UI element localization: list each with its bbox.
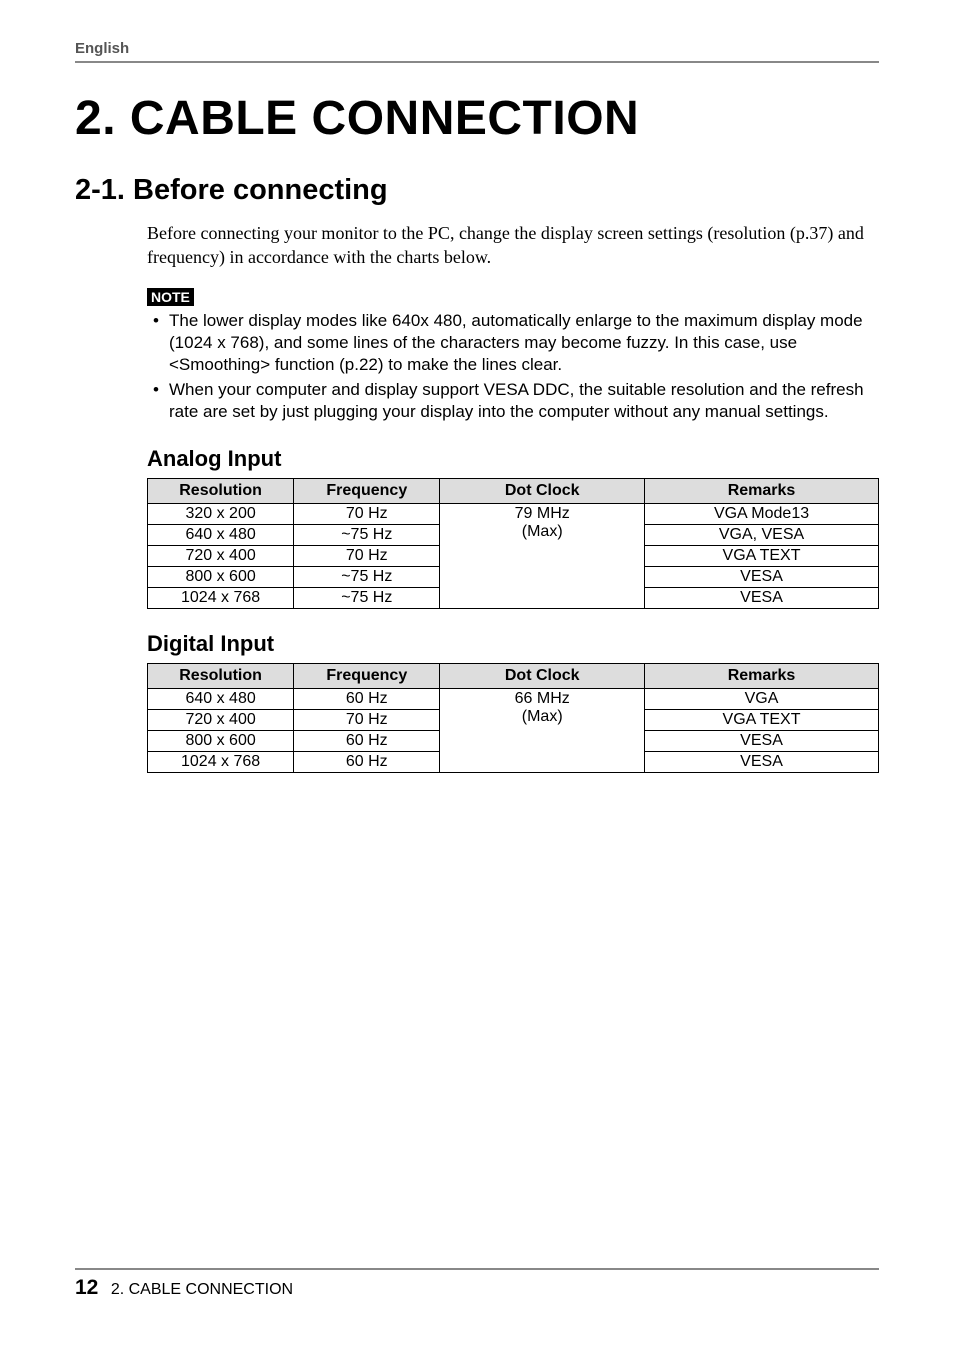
note-item: The lower display modes like 640x 480, a…	[147, 310, 879, 377]
cell-frequency: ~75 Hz	[294, 566, 440, 587]
cell-frequency: 70 Hz	[294, 709, 440, 730]
cell-frequency: 70 Hz	[294, 503, 440, 524]
col-header-resolution: Resolution	[148, 478, 294, 503]
cell-frequency: 60 Hz	[294, 751, 440, 772]
note-item: When your computer and display support V…	[147, 379, 879, 424]
header-rule	[75, 61, 879, 63]
cell-remarks: VESA	[645, 587, 879, 608]
cell-frequency: 60 Hz	[294, 730, 440, 751]
table-row: 640 x 480 60 Hz 66 MHz (Max) VGA	[148, 688, 879, 709]
cell-resolution: 720 x 400	[148, 545, 294, 566]
table-row: 320 x 200 70 Hz 79 MHz (Max) VGA Mode13	[148, 503, 879, 524]
cell-frequency: 70 Hz	[294, 545, 440, 566]
cell-remarks: VESA	[645, 730, 879, 751]
col-header-dot-clock: Dot Clock	[440, 478, 645, 503]
intro-paragraph: Before connecting your monitor to the PC…	[147, 221, 879, 270]
cell-remarks: VESA	[645, 566, 879, 587]
col-header-remarks: Remarks	[645, 478, 879, 503]
page-footer: 12 2. CABLE CONNECTION	[75, 1268, 879, 1300]
note-list: The lower display modes like 640x 480, a…	[147, 310, 879, 424]
cell-resolution: 640 x 480	[148, 524, 294, 545]
cell-remarks: VGA, VESA	[645, 524, 879, 545]
header-language: English	[75, 40, 879, 57]
dot-clock-value: 79 MHz	[515, 505, 570, 522]
dot-clock-value: 66 MHz	[515, 690, 570, 707]
digital-input-heading: Digital Input	[147, 631, 879, 657]
dot-clock-max: (Max)	[522, 708, 563, 725]
cell-resolution: 720 x 400	[148, 709, 294, 730]
cell-resolution: 1024 x 768	[148, 751, 294, 772]
note-badge: NOTE	[147, 288, 194, 306]
cell-resolution: 1024 x 768	[148, 587, 294, 608]
cell-remarks: VGA TEXT	[645, 709, 879, 730]
cell-frequency: ~75 Hz	[294, 524, 440, 545]
cell-remarks: VESA	[645, 751, 879, 772]
digital-input-table: Resolution Frequency Dot Clock Remarks 6…	[147, 663, 879, 773]
cell-remarks: VGA TEXT	[645, 545, 879, 566]
cell-remarks: VGA	[645, 688, 879, 709]
cell-resolution: 800 x 600	[148, 730, 294, 751]
analog-input-heading: Analog Input	[147, 446, 879, 472]
col-header-frequency: Frequency	[294, 478, 440, 503]
page-title: 2. CABLE CONNECTION	[75, 91, 879, 146]
analog-input-table: Resolution Frequency Dot Clock Remarks 3…	[147, 478, 879, 609]
dot-clock-max: (Max)	[522, 523, 563, 540]
col-header-remarks: Remarks	[645, 663, 879, 688]
cell-dot-clock: 79 MHz (Max)	[440, 503, 645, 608]
col-header-resolution: Resolution	[148, 663, 294, 688]
cell-dot-clock: 66 MHz (Max)	[440, 688, 645, 772]
col-header-dot-clock: Dot Clock	[440, 663, 645, 688]
cell-remarks: VGA Mode13	[645, 503, 879, 524]
cell-resolution: 640 x 480	[148, 688, 294, 709]
footer-rule	[75, 1268, 879, 1270]
page-number: 12	[75, 1276, 98, 1299]
cell-frequency: ~75 Hz	[294, 587, 440, 608]
cell-resolution: 800 x 600	[148, 566, 294, 587]
col-header-frequency: Frequency	[294, 663, 440, 688]
footer-section-label: 2. CABLE CONNECTION	[111, 1281, 293, 1298]
cell-frequency: 60 Hz	[294, 688, 440, 709]
cell-resolution: 320 x 200	[148, 503, 294, 524]
section-heading: 2-1. Before connecting	[75, 174, 879, 207]
